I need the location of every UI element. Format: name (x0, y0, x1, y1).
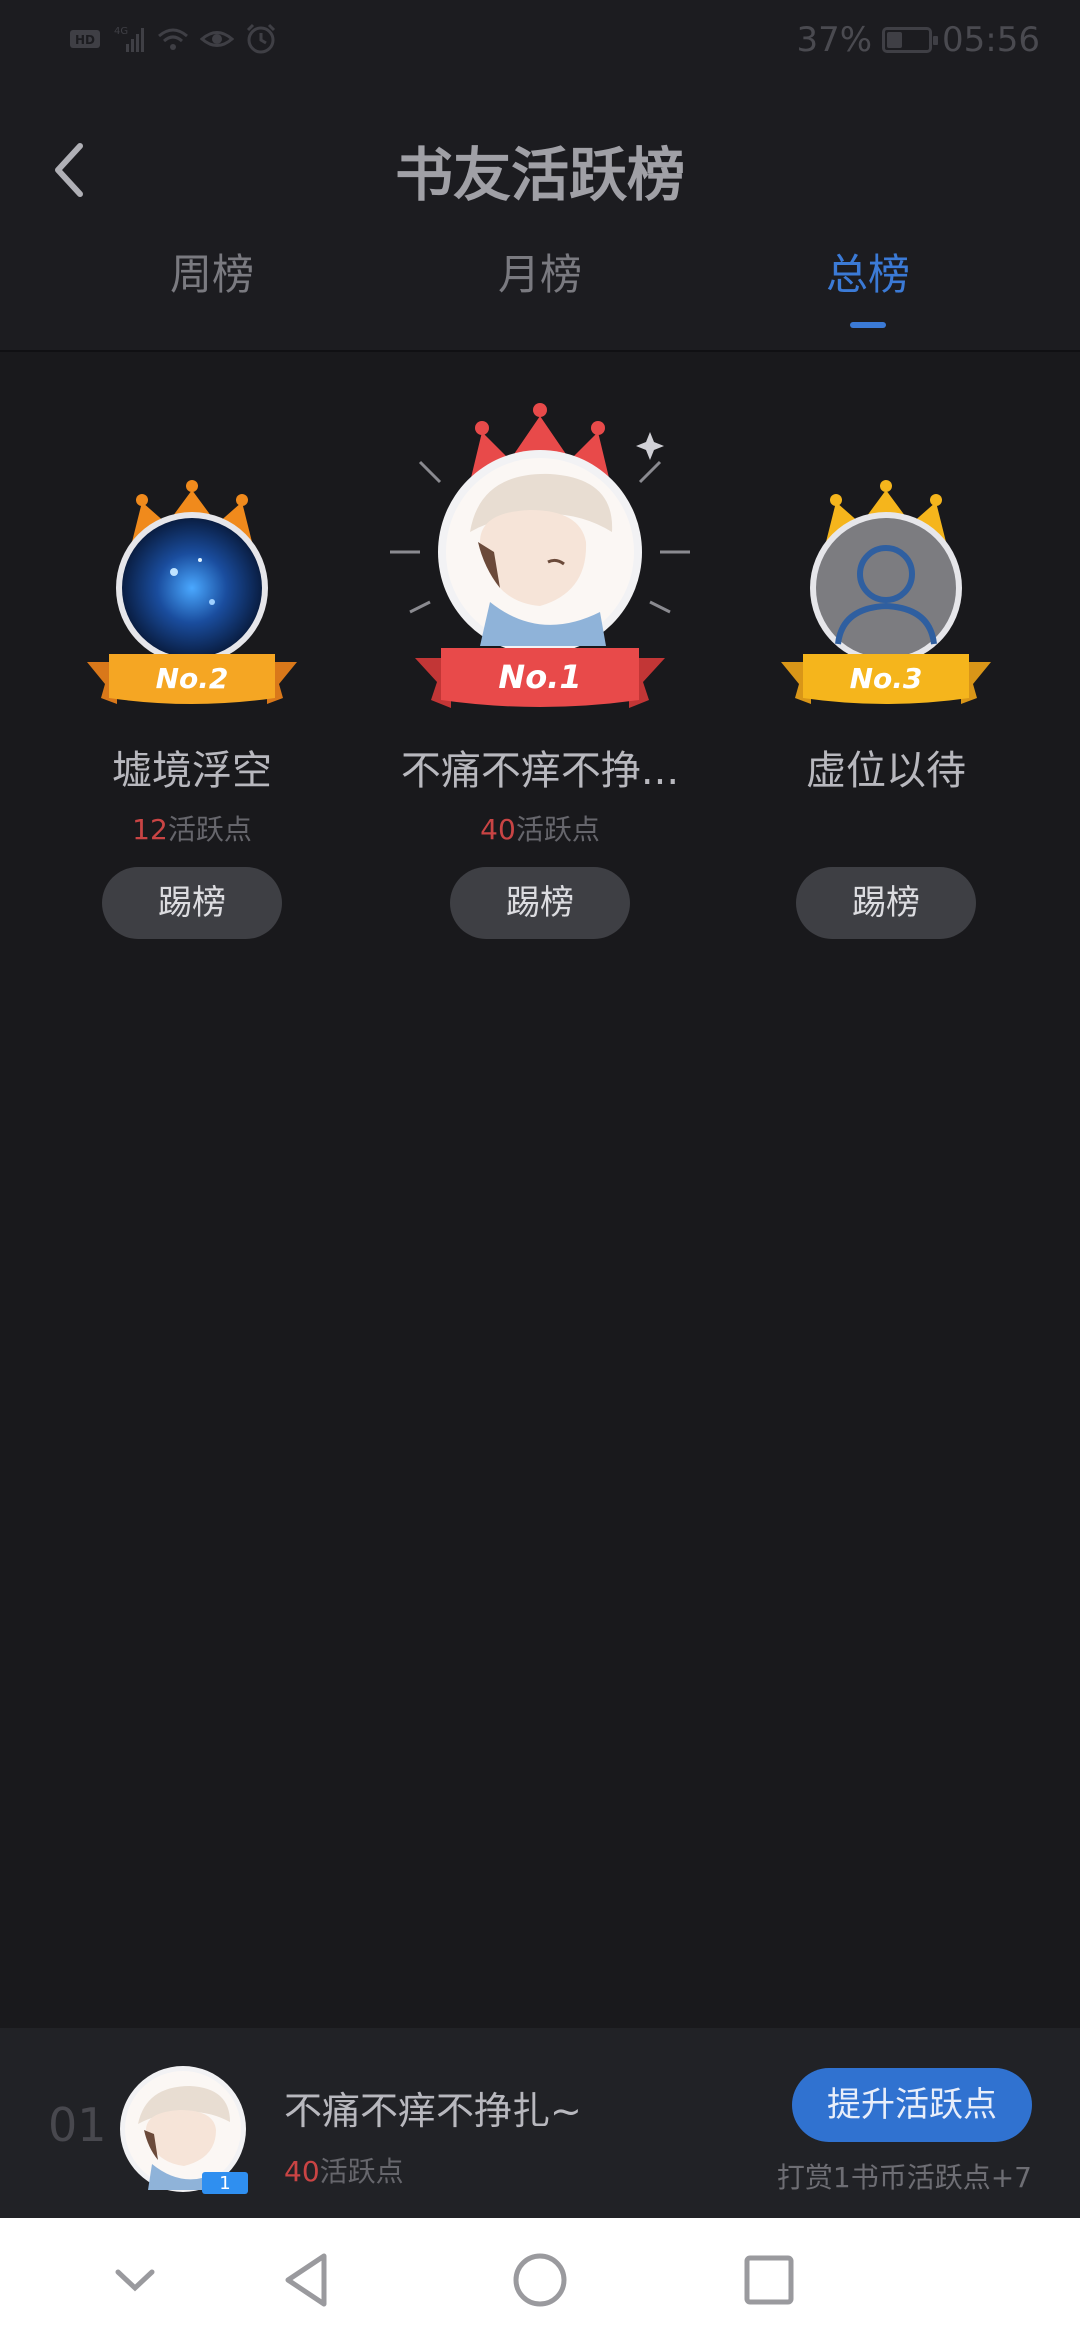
kick-button-rank-2[interactable]: 踢榜 (102, 867, 282, 939)
rank-2-points: 12活跃点 (132, 813, 252, 846)
status-right: 37% 05:56 (796, 20, 1040, 60)
kick-button-rank-3[interactable]: 踢榜 (796, 867, 976, 939)
eye-icon (200, 31, 234, 47)
rank-3-badge-text: No.3 (850, 662, 923, 695)
chevron-down-icon[interactable] (100, 2248, 170, 2312)
tab-weekly[interactable]: 周榜 (112, 240, 312, 310)
page-title: 书友活跃榜 (394, 141, 685, 209)
tab-total[interactable]: 总榜 (768, 240, 968, 328)
status-bar: HD 4G 37% 05:56 (0, 0, 1080, 90)
rank-slot-1: No.1 不痛不痒不挣... 40活跃点 踢榜 (370, 352, 710, 952)
svg-text:HD: HD (75, 33, 95, 47)
alarm-icon (246, 23, 276, 54)
my-rank-index: 01 (48, 2098, 107, 2152)
rank-1-badge-text: No.1 (498, 658, 581, 696)
rank-1-ribbon: No.1 (415, 648, 665, 708)
back-triangle-icon[interactable] (274, 2248, 344, 2312)
tab-bar: 周榜 月榜 总榜 (0, 240, 1080, 350)
signal-4g-icon: 4G (114, 26, 144, 52)
home-circle-icon[interactable] (505, 2248, 575, 2312)
my-level-badge: 1 (219, 2173, 230, 2194)
svg-text:4G: 4G (114, 26, 128, 37)
hd-icon: HD (70, 30, 100, 48)
rank-slot-3: No.3 虚位以待 踢榜 (716, 352, 1056, 952)
rank-1-points: 40活跃点 (480, 813, 600, 846)
kick-button-rank-1[interactable]: 踢榜 (450, 867, 630, 939)
header: 书友活跃榜 周榜 月榜 总榜 (0, 90, 1080, 352)
my-name: 不痛不痒不挣扎~ (284, 2089, 582, 2133)
my-avatar[interactable]: 1 (118, 2064, 248, 2194)
tab-active-indicator (850, 322, 886, 328)
recents-square-icon[interactable] (734, 2248, 804, 2312)
rank-1-avatar[interactable] (380, 392, 700, 682)
tab-monthly[interactable]: 月榜 (440, 240, 640, 310)
podium: No.2 墟境浮空 12活跃点 踢榜 No.1 不痛不痒不挣... 40活跃点 … (0, 352, 1080, 1002)
rank-3-name: 虚位以待 (806, 748, 966, 794)
status-icons: HD 4G (68, 22, 278, 56)
boost-activity-button[interactable]: 提升活跃点 (792, 2068, 1032, 2142)
system-nav-bar (0, 2218, 1080, 2340)
rank-2-avatar[interactable] (82, 462, 302, 662)
rank-3-ribbon: No.3 (781, 654, 991, 704)
clock: 05:56 (942, 20, 1040, 60)
battery-icon (882, 27, 939, 53)
rank-slot-2: No.2 墟境浮空 12活跃点 踢榜 (22, 352, 362, 952)
my-points: 40活跃点 (284, 2155, 404, 2188)
tab-total-label: 总榜 (825, 250, 910, 299)
rank-1-name: 不痛不痒不挣... (400, 748, 680, 794)
wifi-icon (158, 28, 188, 50)
reward-hint: 打赏1书币活跃点+7 (776, 2161, 1032, 2194)
my-rank-bar: 01 1 不痛不痒不挣扎~ 40活跃点 提升活跃点 打赏1书币活跃点+7 (0, 2028, 1080, 2218)
rank-2-name: 墟境浮空 (112, 748, 272, 794)
rank-2-badge-text: No.2 (156, 662, 229, 695)
rank-2-ribbon: No.2 (87, 654, 297, 704)
battery-percent: 37% (796, 20, 873, 60)
rank-3-avatar[interactable] (776, 462, 996, 662)
